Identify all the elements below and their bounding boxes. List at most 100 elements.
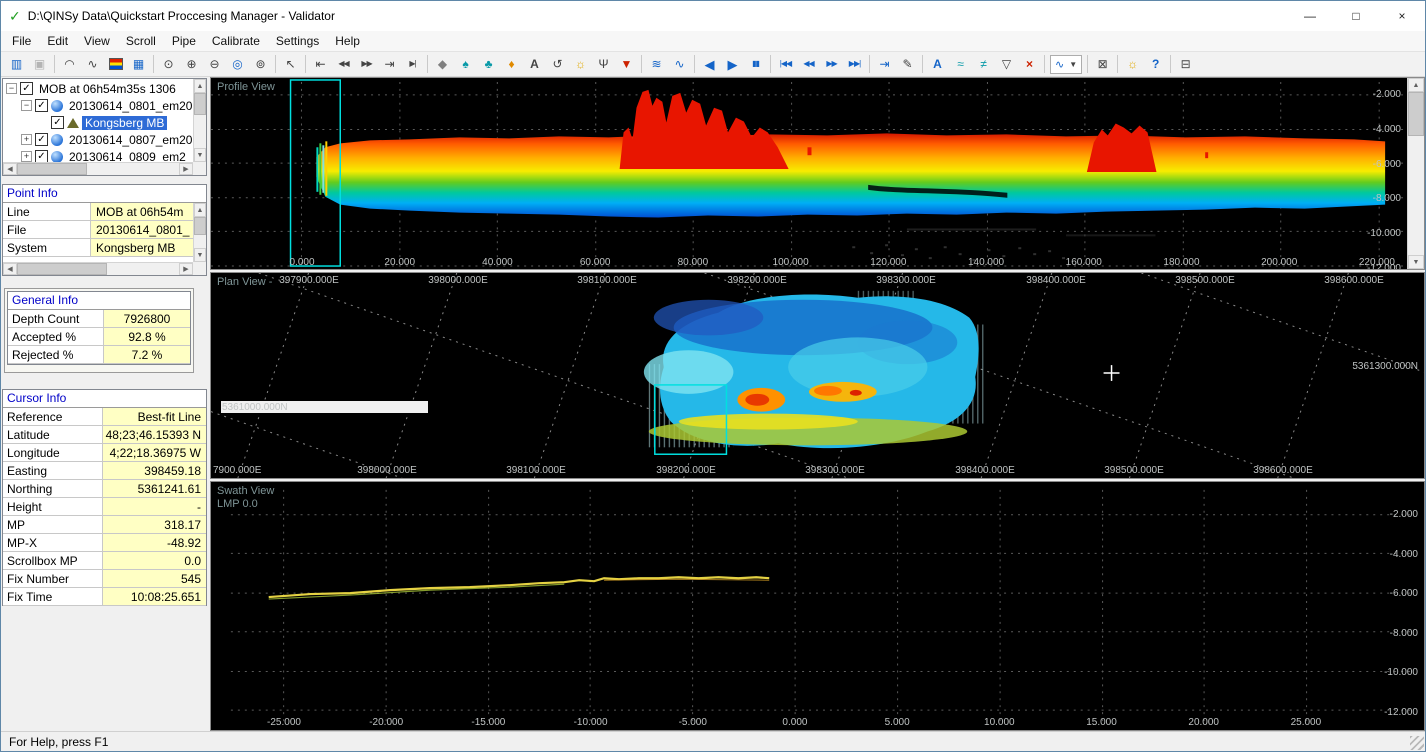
scroll-up-icon[interactable]: ▲	[194, 79, 206, 93]
pick-point-button[interactable]: ↖	[279, 54, 302, 75]
menu-pipe[interactable]: Pipe	[164, 32, 204, 50]
scroll-up-icon[interactable]: ▲	[194, 203, 206, 217]
menu-settings[interactable]: Settings	[268, 32, 327, 50]
erase-tool-button[interactable]: ⊠	[1091, 54, 1114, 75]
tree-item-kongsberg-mb[interactable]: ✓ Kongsberg MB	[3, 114, 193, 131]
menu-calibrate[interactable]: Calibrate	[204, 32, 268, 50]
menu-edit[interactable]: Edit	[39, 32, 76, 50]
seabed-pointcloud-band	[316, 133, 1385, 217]
singlebeam-view-button[interactable]: ◠	[58, 54, 81, 75]
scrollbar-thumb[interactable]	[194, 217, 206, 235]
point-info-horizontal-scrollbar[interactable]: ◀ ▶	[3, 262, 193, 275]
sun-illumination-button[interactable]: ☼	[569, 54, 592, 75]
scrollbar-thumb[interactable]	[17, 163, 87, 175]
last-fix-button[interactable]: ▶▶|	[843, 54, 866, 75]
filter-accept-button[interactable]: ≈	[949, 54, 972, 75]
transducer-button[interactable]: Ψ	[592, 54, 615, 75]
checkbox-checked-icon[interactable]: ✓	[35, 133, 48, 146]
tree-item-line-0809[interactable]: + ✓ 20130614_0809_em2	[3, 148, 193, 162]
fast-backward-button[interactable]: ◀◀	[332, 54, 355, 75]
plan-view[interactable]: Plan View - 397900.000E398000.000E398100…	[210, 272, 1425, 479]
minimize-button[interactable]: —	[1287, 1, 1333, 31]
zoom-tool-button[interactable]: ⊙	[157, 54, 180, 75]
last-swath-button[interactable]: ⇥	[378, 54, 401, 75]
table-row: Rejected % 7.2 %	[8, 346, 190, 364]
drop-marker-button[interactable]: ◆	[431, 54, 454, 75]
profile-tool-button[interactable]: ∿	[81, 54, 104, 75]
profile-vertical-scrollbar[interactable]: ▲ ▼	[1407, 78, 1424, 269]
scrollbar-thumb[interactable]	[1408, 92, 1424, 136]
next-fix-button[interactable]: ▶▶	[820, 54, 843, 75]
scroll-down-icon[interactable]: ▼	[194, 148, 206, 162]
tree-item-line-0807[interactable]: + ✓ 20130614_0807_em20	[3, 131, 193, 148]
flag-button[interactable]: ▼	[615, 54, 638, 75]
zoom-out-button[interactable]: ⊖	[203, 54, 226, 75]
collapse-icon[interactable]: −	[6, 83, 17, 94]
scrollbar-thumb[interactable]	[17, 263, 107, 275]
filter-settings-button[interactable]: ▽	[995, 54, 1018, 75]
previous-fix-button[interactable]: ◀◀	[797, 54, 820, 75]
resize-grip[interactable]	[1410, 736, 1424, 750]
undo-button[interactable]: ↺	[546, 54, 569, 75]
pause-button[interactable]: ▮▮	[744, 54, 767, 75]
scroll-down-icon[interactable]: ▼	[1408, 255, 1424, 269]
zoom-previous-button[interactable]: ⊚	[249, 54, 272, 75]
despike-button[interactable]: ♣	[477, 54, 500, 75]
collapse-icon[interactable]: −	[21, 100, 32, 111]
checkbox-checked-icon[interactable]: ✓	[20, 82, 33, 95]
display-options-button[interactable]: ▥	[5, 54, 28, 75]
point-info-vertical-scrollbar[interactable]: ▲ ▼	[193, 203, 206, 262]
tree-item-survey[interactable]: − ✓ MOB at 06h54m35s 1306	[3, 80, 193, 97]
general-info-wrap: General Info Depth Count 7926800 Accepte…	[4, 288, 194, 373]
checkbox-checked-icon[interactable]: ✓	[35, 150, 48, 162]
scroll-up-icon[interactable]: ▲	[1408, 78, 1424, 92]
matrix-view-button[interactable]: ▦	[127, 54, 150, 75]
expand-icon[interactable]: +	[21, 134, 32, 145]
filter-reject-button[interactable]: ≠	[972, 54, 995, 75]
edit-fix-button[interactable]: ✎	[896, 54, 919, 75]
save-button[interactable]: ▣	[28, 54, 51, 75]
menu-file[interactable]: File	[4, 32, 39, 50]
play-backward-button[interactable]: ◀	[698, 54, 721, 75]
goto-fix-button[interactable]: ⇥	[873, 54, 896, 75]
auto-filter-button[interactable]: A	[926, 54, 949, 75]
profile-view[interactable]: Profile View 0.00020.00040.00060.00080.0…	[210, 77, 1425, 270]
close-button[interactable]: ×	[1379, 1, 1425, 31]
zoom-in-button[interactable]: ⊕	[180, 54, 203, 75]
first-fix-button[interactable]: |◀◀	[774, 54, 797, 75]
menu-help[interactable]: Help	[327, 32, 368, 50]
goto-swath-button[interactable]: ▶|	[401, 54, 424, 75]
tree-vertical-scrollbar[interactable]: ▲ ▼	[193, 79, 206, 162]
scroll-down-icon[interactable]: ▼	[194, 248, 206, 262]
tree-horizontal-scrollbar[interactable]: ◀ ▶	[3, 162, 193, 175]
swath-view[interactable]: Swath View LMP 0.0 -25.000-20.000-15.000…	[210, 481, 1425, 731]
scroll-right-icon[interactable]: ▶	[179, 163, 193, 175]
delete-data-button[interactable]: ×	[1018, 54, 1041, 75]
first-swath-button[interactable]: ⇤	[309, 54, 332, 75]
scroll-left-icon[interactable]: ◀	[3, 163, 17, 175]
expand-icon[interactable]: +	[21, 151, 32, 162]
maximize-button[interactable]: □	[1333, 1, 1379, 31]
scroll-left-icon[interactable]: ◀	[3, 263, 17, 275]
colormap-button[interactable]	[104, 54, 127, 75]
smoothing-button[interactable]: ♦	[500, 54, 523, 75]
toolbar-icon: ≈	[957, 58, 964, 70]
checkbox-checked-icon[interactable]: ✓	[35, 99, 48, 112]
fast-forward-button[interactable]: ▶▶	[355, 54, 378, 75]
clean-tool-button[interactable]: ⊟	[1174, 54, 1197, 75]
beam-profile-button[interactable]: ∿	[668, 54, 691, 75]
scroll-right-icon[interactable]: ▶	[179, 263, 193, 275]
spike-detect-button[interactable]: ♠	[454, 54, 477, 75]
menu-view[interactable]: View	[76, 32, 118, 50]
play-forward-button[interactable]: ▶	[721, 54, 744, 75]
multibeam-display-button[interactable]: ≋	[645, 54, 668, 75]
display-mode-combo[interactable]: ∿ ▼	[1050, 55, 1082, 74]
scrollbar-thumb[interactable]	[194, 93, 206, 115]
context-help-button[interactable]: ?	[1144, 54, 1167, 75]
checkbox-checked-icon[interactable]: ✓	[51, 116, 64, 129]
zoom-extents-button[interactable]: ◎	[226, 54, 249, 75]
tree-item-line-0801[interactable]: − ✓ 20130614_0801_em20	[3, 97, 193, 114]
menu-scroll[interactable]: Scroll	[118, 32, 164, 50]
tips-button[interactable]: ☼	[1121, 54, 1144, 75]
annotation-button[interactable]: A	[523, 54, 546, 75]
